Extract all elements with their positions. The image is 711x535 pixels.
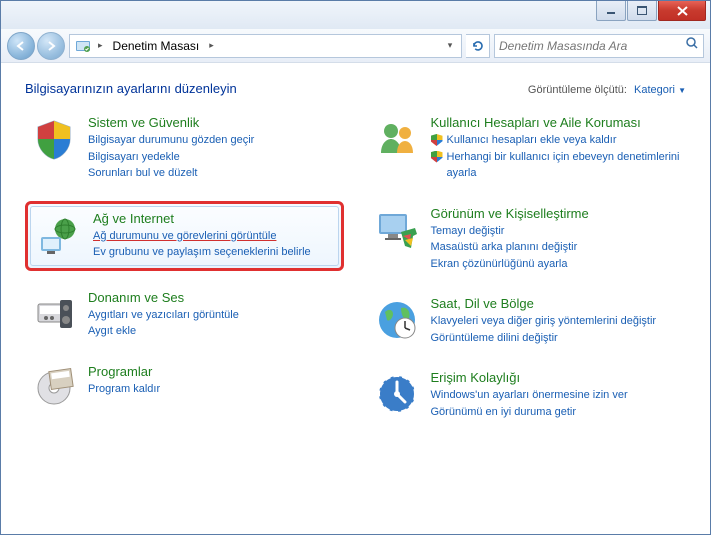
chevron-down-icon: ▼ [678, 86, 686, 95]
page-title: Bilgisayarınızın ayarlarını düzenleyin [25, 81, 237, 96]
category-title[interactable]: Sistem ve Güvenlik [88, 115, 339, 130]
category-hardware-sound: Donanım ve Ses Aygıtları ve yazıcıları gö… [25, 285, 344, 345]
clock-region-icon [373, 296, 421, 344]
view-by-dropdown[interactable]: Kategori ▼ [634, 84, 686, 96]
control-panel-window: ▸ Denetim Masası ▸ ▾ Bilgisayarınızın ay… [0, 0, 711, 535]
category-body: Programlar Program kaldır [88, 364, 339, 412]
category-link[interactable]: Program kaldır [88, 381, 339, 398]
close-button[interactable] [658, 1, 706, 21]
titlebar [1, 1, 710, 29]
highlight-box: Ağ ve Internet Ağ durumunu ve görevlerini… [25, 201, 344, 271]
category-title[interactable]: Kullanıcı Hesapları ve Aile Koruması [431, 115, 682, 130]
category-link[interactable]: Bilgisayarı yedekle [88, 149, 339, 166]
view-by-label: Görüntüleme ölçütü: [528, 84, 627, 96]
category-body: Donanım ve Ses Aygıtları ve yazıcıları gö… [88, 290, 339, 340]
category-link[interactable]: Temayı değiştir [431, 223, 682, 240]
category-body: Saat, Dil ve Bölge Klavyeleri veya diğer … [431, 296, 682, 346]
category-appearance: Görünüm ve Kişiselleştirme Temayı değişti… [368, 201, 687, 278]
breadcrumb-chevron-icon[interactable]: ▸ [205, 40, 218, 51]
programs-icon [30, 364, 78, 412]
control-panel-icon [74, 37, 92, 55]
category-title[interactable]: Erişim Kolaylığı [431, 370, 682, 385]
address-dropdown-icon[interactable]: ▾ [441, 40, 459, 51]
search-input[interactable] [499, 39, 685, 53]
category-ease-of-access: Erişim Kolaylığı Windows'un ayarları öner… [368, 365, 687, 425]
category-link[interactable]: Masaüstü arka planını değiştir [431, 239, 682, 256]
minimize-button[interactable] [596, 1, 626, 21]
category-clock-region: Saat, Dil ve Bölge Klavyeleri veya diğer … [368, 291, 687, 351]
refresh-button[interactable] [466, 34, 490, 58]
category-link[interactable]: Sorunları bul ve düzelt [88, 165, 339, 182]
category-programs: Programlar Program kaldır [25, 359, 344, 417]
hardware-sound-icon [30, 290, 78, 338]
content-header: Bilgisayarınızın ayarlarını düzenleyin G… [25, 81, 686, 96]
category-link[interactable]: Görüntüleme dilini değiştir [431, 330, 682, 347]
ease-of-access-icon [373, 370, 421, 418]
category-title[interactable]: Görünüm ve Kişiselleştirme [431, 206, 682, 221]
category-columns: Sistem ve Güvenlik Bilgisayar durumunu gö… [25, 110, 686, 425]
forward-button[interactable] [37, 32, 65, 60]
category-body: Kullanıcı Hesapları ve Aile Koruması Kull… [431, 115, 682, 182]
search-box[interactable] [494, 34, 704, 58]
left-column: Sistem ve Güvenlik Bilgisayar durumunu gö… [25, 110, 344, 425]
category-body: Ağ ve Internet Ağ durumunu ve görevlerini… [93, 211, 334, 261]
category-link[interactable]: Kullanıcı hesapları ekle veya kaldır [431, 132, 682, 149]
category-user-accounts: Kullanıcı Hesapları ve Aile Koruması Kull… [368, 110, 687, 187]
category-link[interactable]: Bilgisayar durumunu gözden geçir [88, 132, 339, 149]
category-link[interactable]: Görünümü en iyi duruma getir [431, 404, 682, 421]
content-area: Bilgisayarınızın ayarlarını düzenleyin G… [1, 63, 710, 534]
nav-buttons [7, 32, 65, 60]
category-network-internet: Ağ ve Internet Ağ durumunu ve görevlerini… [30, 206, 339, 266]
breadcrumb-chevron-icon[interactable]: ▸ [94, 40, 107, 51]
navigation-bar: ▸ Denetim Masası ▸ ▾ [1, 29, 710, 63]
right-column: Kullanıcı Hesapları ve Aile Koruması Kull… [368, 110, 687, 425]
search-icon[interactable] [685, 36, 699, 55]
system-security-icon [30, 115, 78, 163]
category-title[interactable]: Programlar [88, 364, 339, 379]
category-link[interactable]: Ekran çözünürlüğünü ayarla [431, 256, 682, 273]
category-link[interactable]: Klavyeleri veya diğer giriş yöntemlerini… [431, 313, 682, 330]
maximize-button[interactable] [627, 1, 657, 21]
category-link[interactable]: Herhangi bir kullanıcı için ebeveyn dene… [431, 149, 682, 182]
category-body: Görünüm ve Kişiselleştirme Temayı değişti… [431, 206, 682, 273]
category-link[interactable]: Ağ durumunu ve görevlerini görüntüle [93, 228, 334, 245]
network-internet-icon [35, 211, 83, 259]
category-link[interactable]: Aygıt ekle [88, 323, 339, 340]
category-link[interactable]: Aygıtları ve yazıcıları görüntüle [88, 307, 339, 324]
category-system-security: Sistem ve Güvenlik Bilgisayar durumunu gö… [25, 110, 344, 187]
category-title[interactable]: Donanım ve Ses [88, 290, 339, 305]
back-button[interactable] [7, 32, 35, 60]
address-bar[interactable]: ▸ Denetim Masası ▸ ▾ [69, 34, 462, 58]
category-title[interactable]: Ağ ve Internet [93, 211, 334, 226]
category-body: Sistem ve Güvenlik Bilgisayar durumunu gö… [88, 115, 339, 182]
appearance-icon [373, 206, 421, 254]
category-title[interactable]: Saat, Dil ve Bölge [431, 296, 682, 311]
user-accounts-icon [373, 115, 421, 163]
view-by: Görüntüleme ölçütü: Kategori ▼ [528, 84, 686, 96]
category-link[interactable]: Ev grubunu ve paylaşım seçeneklerini bel… [93, 244, 334, 261]
category-body: Erişim Kolaylığı Windows'un ayarları öner… [431, 370, 682, 420]
category-link[interactable]: Windows'un ayarları önermesine izin ver [431, 387, 682, 404]
breadcrumb-control-panel[interactable]: Denetim Masası [107, 35, 206, 57]
